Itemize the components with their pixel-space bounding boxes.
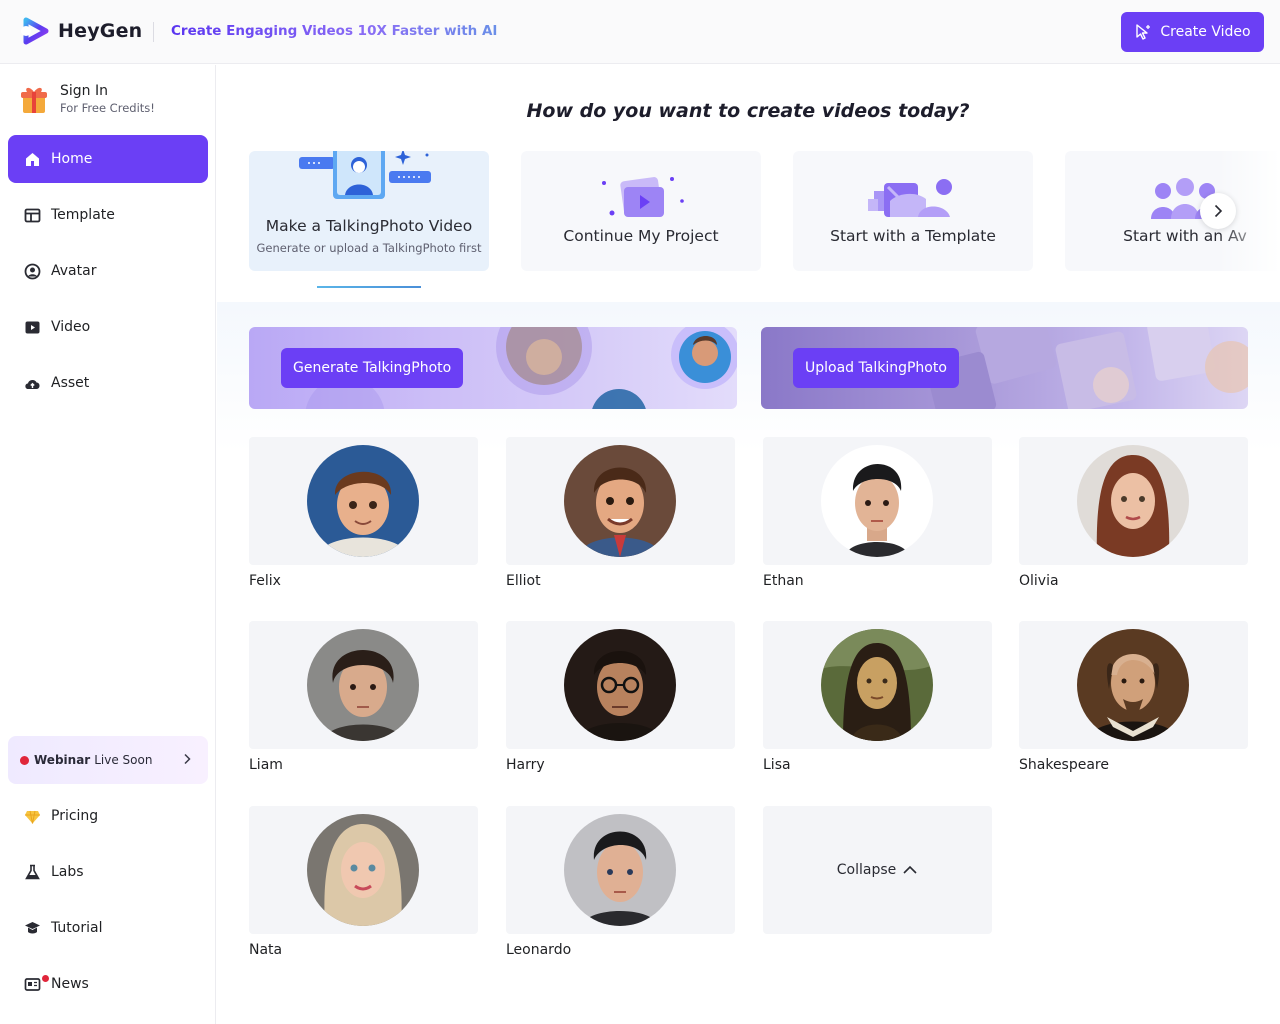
chevron-right-icon: [1214, 204, 1223, 218]
sidebar-item-label: News: [51, 976, 89, 992]
avatar-name: Felix: [249, 573, 281, 589]
avatar-portrait: [307, 814, 419, 926]
newspaper-icon: [24, 977, 41, 991]
live-dot: [20, 755, 29, 765]
heygen-logo[interactable]: HeyGen: [20, 16, 142, 46]
avatar-card-liam[interactable]: [249, 621, 478, 749]
avatar-card-nata[interactable]: [249, 806, 478, 934]
avatar-portrait: [564, 629, 676, 741]
avatar-portrait: [307, 445, 419, 557]
avatar-portrait: [564, 445, 676, 557]
generate-talkingphoto-banner[interactable]: Generate TalkingPhoto: [249, 327, 737, 409]
sidebar-item-label: Labs: [51, 864, 84, 880]
avatar-icon: [24, 263, 41, 279]
sidebar-item-label: Template: [51, 207, 115, 223]
webinar-title: Webinar: [34, 753, 91, 767]
avatar-card-elliot[interactable]: [506, 437, 735, 565]
sidebar-item-label: Pricing: [51, 808, 99, 824]
generate-talkingphoto-button[interactable]: Generate TalkingPhoto: [281, 348, 464, 388]
cloud-upload-icon: [25, 379, 40, 389]
avatar-name: Ethan: [763, 573, 804, 589]
avatar-card-olivia[interactable]: [1019, 437, 1248, 565]
webinar-banner[interactable]: Webinar Live Soon: [8, 736, 208, 784]
avatar-card-lisa[interactable]: [763, 621, 992, 749]
graduation-cap-icon: [25, 921, 40, 933]
sign-in-promo[interactable]: Sign In For Free Credits!: [20, 83, 155, 115]
cursor-plus-icon: [1136, 24, 1151, 40]
sidebar-item-labs[interactable]: Labs: [8, 848, 208, 896]
sidebar-item-video[interactable]: Video: [8, 303, 208, 351]
avatar-portrait: [821, 629, 933, 741]
video-icon: [25, 321, 40, 333]
option-talkingphoto[interactable]: Make a TalkingPhoto Video Generate or up…: [249, 151, 489, 271]
avatar-name: Lisa: [763, 757, 791, 773]
page-title: How do you want to create videos today?: [526, 100, 970, 122]
avatar-name: Olivia: [1019, 573, 1059, 589]
gift-icon: [21, 87, 47, 113]
top-header: HeyGen Create Engaging Videos 10X Faster…: [0, 0, 1280, 64]
chevron-up-icon: [903, 865, 917, 874]
sign-in-title: Sign In: [60, 83, 108, 99]
sidebar-item-label: Asset: [51, 375, 90, 391]
sidebar-item-template[interactable]: Template: [8, 191, 208, 239]
news-notification-dot: [42, 975, 49, 982]
avatar-card-harry[interactable]: [506, 621, 735, 749]
sidebar-item-label: Video: [51, 319, 91, 335]
avatar-name: Elliot: [506, 573, 541, 589]
sidebar-item-label: Avatar: [51, 263, 97, 279]
upload-talkingphoto-banner[interactable]: Upload TalkingPhoto: [761, 327, 1248, 409]
sidebar-item-pricing[interactable]: Pricing: [8, 792, 208, 840]
heygen-logo-icon: [21, 17, 49, 45]
avatar-name: Liam: [249, 757, 283, 773]
avatar-name: Shakespeare: [1019, 757, 1109, 773]
sidebar-item-label: Tutorial: [51, 920, 103, 936]
avatar-name: Nata: [249, 942, 283, 958]
sidebar-item-asset[interactable]: Asset: [8, 359, 208, 407]
project-illustration-icon: [602, 177, 684, 217]
sign-in-subtitle: For Free Credits!: [60, 101, 155, 115]
option-start-template[interactable]: Start with a Template: [793, 151, 1033, 271]
avatar-portrait: [307, 629, 419, 741]
flask-icon: [25, 864, 40, 879]
upload-talkingphoto-button[interactable]: Upload TalkingPhoto: [793, 348, 959, 388]
avatar-card-leonardo[interactable]: [506, 806, 735, 934]
template-icon: [24, 208, 41, 222]
template-illustration-icon: [868, 179, 952, 217]
carousel-next-button[interactable]: [1200, 193, 1236, 229]
avatar-card-shakespeare[interactable]: [1019, 621, 1248, 749]
header-tagline: Create Engaging Videos 10X Faster with A…: [171, 23, 498, 39]
option-label: Continue My Project: [563, 227, 719, 245]
sidebar-item-home[interactable]: Home: [8, 135, 208, 183]
collapse-label: Collapse: [836, 862, 897, 878]
avatar-portrait: [564, 814, 676, 926]
webinar-status: Live Soon: [94, 753, 153, 767]
avatar-portrait: [1077, 445, 1189, 557]
sidebar-item-tutorial[interactable]: Tutorial: [8, 904, 208, 952]
header-divider: [153, 22, 154, 42]
option-subtitle: Generate or upload a TalkingPhoto first: [256, 241, 482, 255]
home-icon: [26, 152, 39, 166]
option-label: Make a TalkingPhoto Video: [265, 217, 473, 235]
sidebar-item-label: Home: [51, 151, 93, 167]
option-continue-project[interactable]: Continue My Project: [521, 151, 761, 271]
avatar-name: Harry: [506, 757, 545, 773]
sidebar-item-avatar[interactable]: Avatar: [8, 247, 208, 295]
logo-text: HeyGen: [58, 20, 143, 42]
option-active-indicator: [317, 286, 421, 288]
avatar-name: Leonardo: [506, 942, 572, 958]
create-video-label: Create Video: [1160, 24, 1251, 40]
avatar-portrait: [821, 445, 933, 557]
collapse-button[interactable]: Collapse: [763, 806, 992, 934]
avatar-card-felix[interactable]: [249, 437, 478, 565]
talkingphoto-illustration-icon: [299, 151, 431, 199]
sidebar: Sign In For Free Credits! Home Template …: [0, 65, 216, 1024]
create-video-button[interactable]: Create Video: [1121, 12, 1264, 52]
diamond-icon: [25, 810, 40, 824]
sidebar-item-news[interactable]: News: [8, 960, 208, 1008]
option-label: Start with a Template: [830, 227, 996, 245]
avatar-portrait: [1077, 629, 1189, 741]
chevron-right-icon: [184, 753, 191, 765]
avatar-card-ethan[interactable]: [763, 437, 992, 565]
